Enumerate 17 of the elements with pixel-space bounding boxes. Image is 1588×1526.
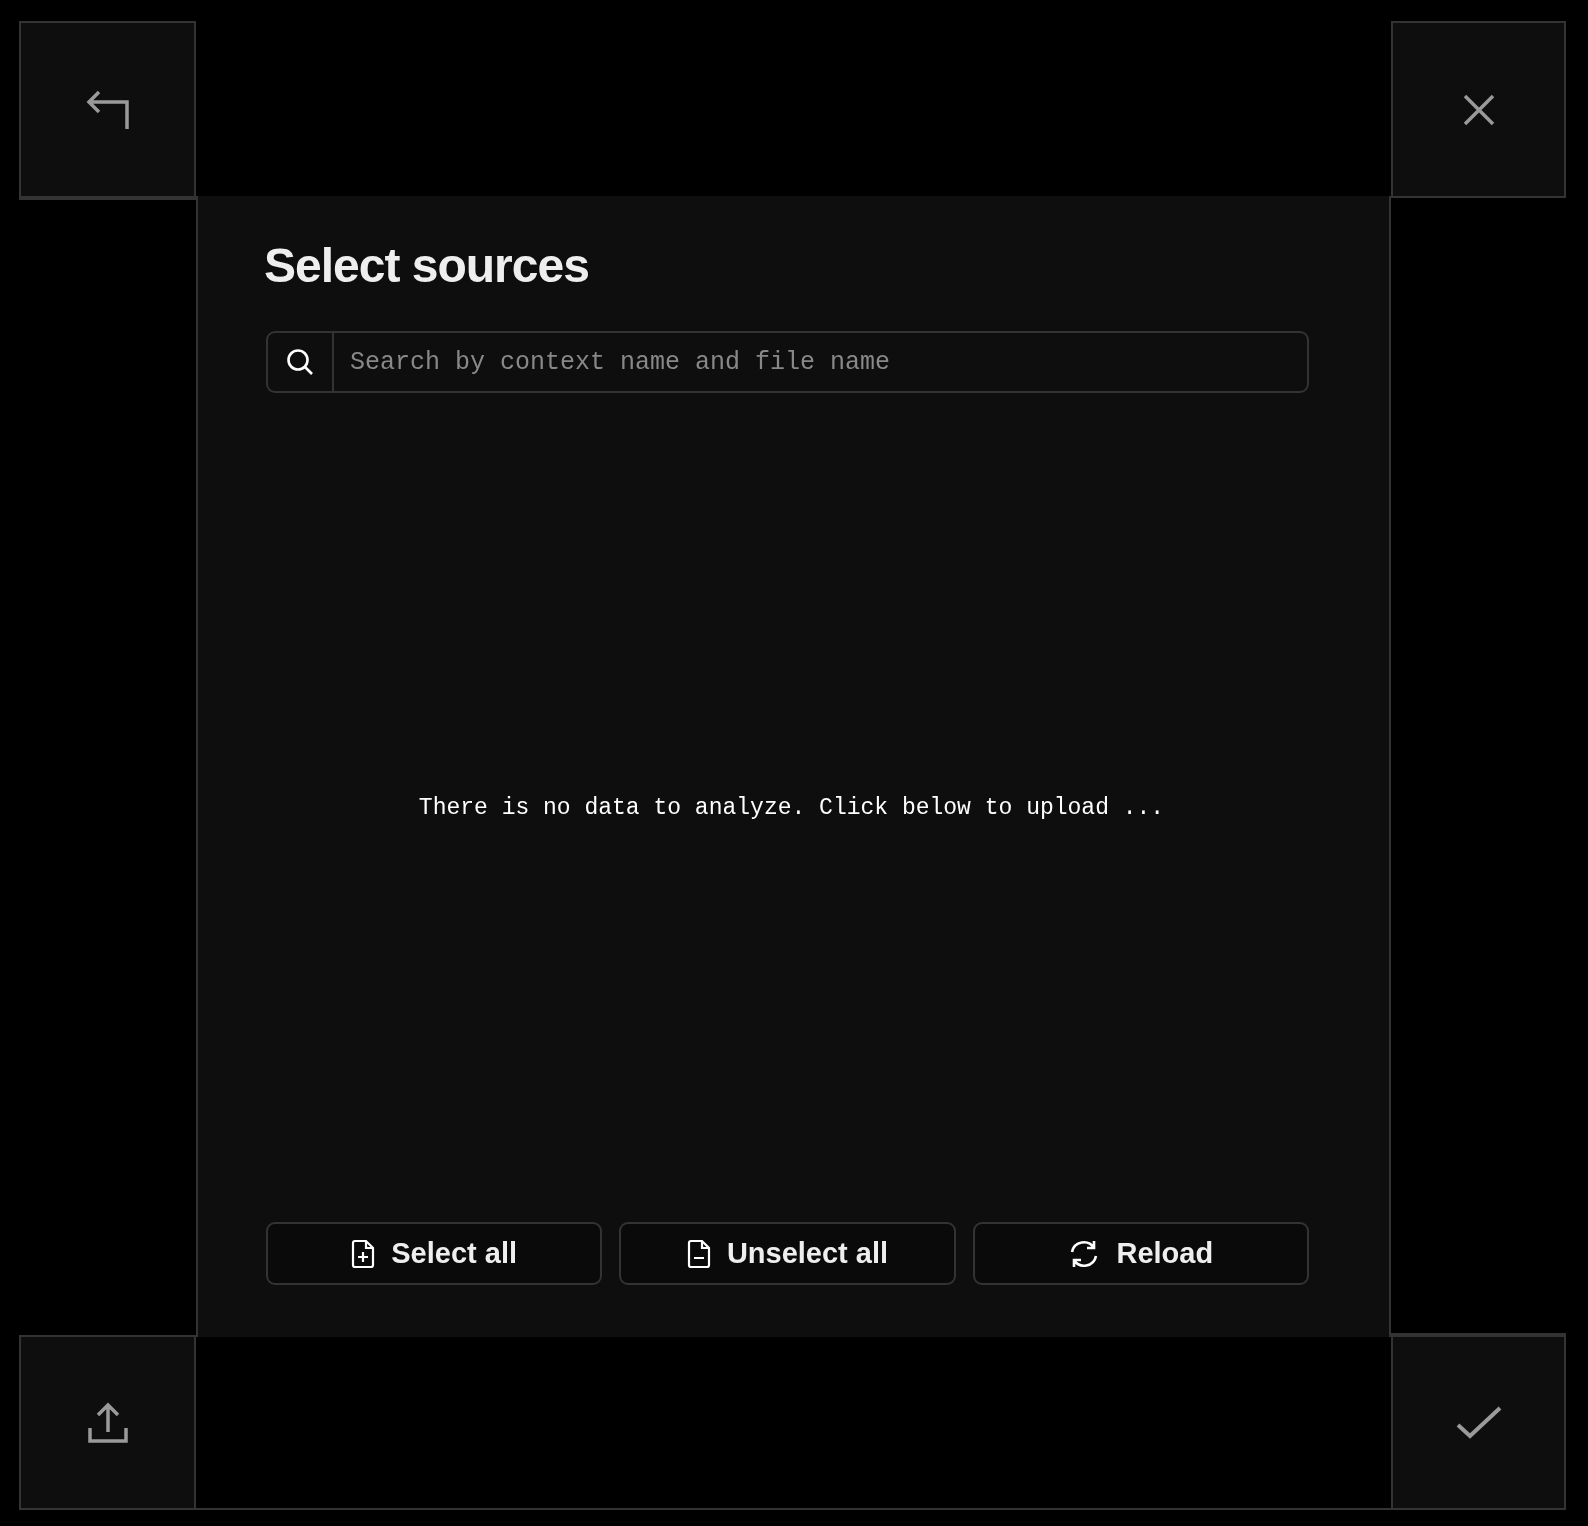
checkmark-icon bbox=[1455, 1405, 1502, 1440]
file-plus-icon bbox=[351, 1238, 376, 1269]
back-button[interactable] bbox=[19, 21, 196, 198]
search-icon bbox=[286, 348, 314, 376]
confirm-button[interactable] bbox=[1391, 1335, 1566, 1510]
close-icon bbox=[1462, 93, 1495, 126]
dialog-title: Select sources bbox=[264, 238, 590, 293]
reload-button[interactable]: Reload bbox=[972, 1222, 1309, 1285]
unselect-all-button[interactable]: Unselect all bbox=[619, 1222, 956, 1285]
upload-icon bbox=[86, 1401, 129, 1444]
return-arrow-icon bbox=[84, 88, 131, 131]
select-all-button[interactable]: Select all bbox=[266, 1222, 603, 1285]
search-field[interactable]: Search by context name and file name bbox=[266, 331, 1309, 393]
empty-message: There is no data to analyze. Click below to upload ... bbox=[418, 794, 1165, 821]
file-minus-icon bbox=[686, 1238, 711, 1269]
close-button[interactable] bbox=[1391, 21, 1566, 198]
upload-button[interactable] bbox=[19, 1335, 196, 1510]
